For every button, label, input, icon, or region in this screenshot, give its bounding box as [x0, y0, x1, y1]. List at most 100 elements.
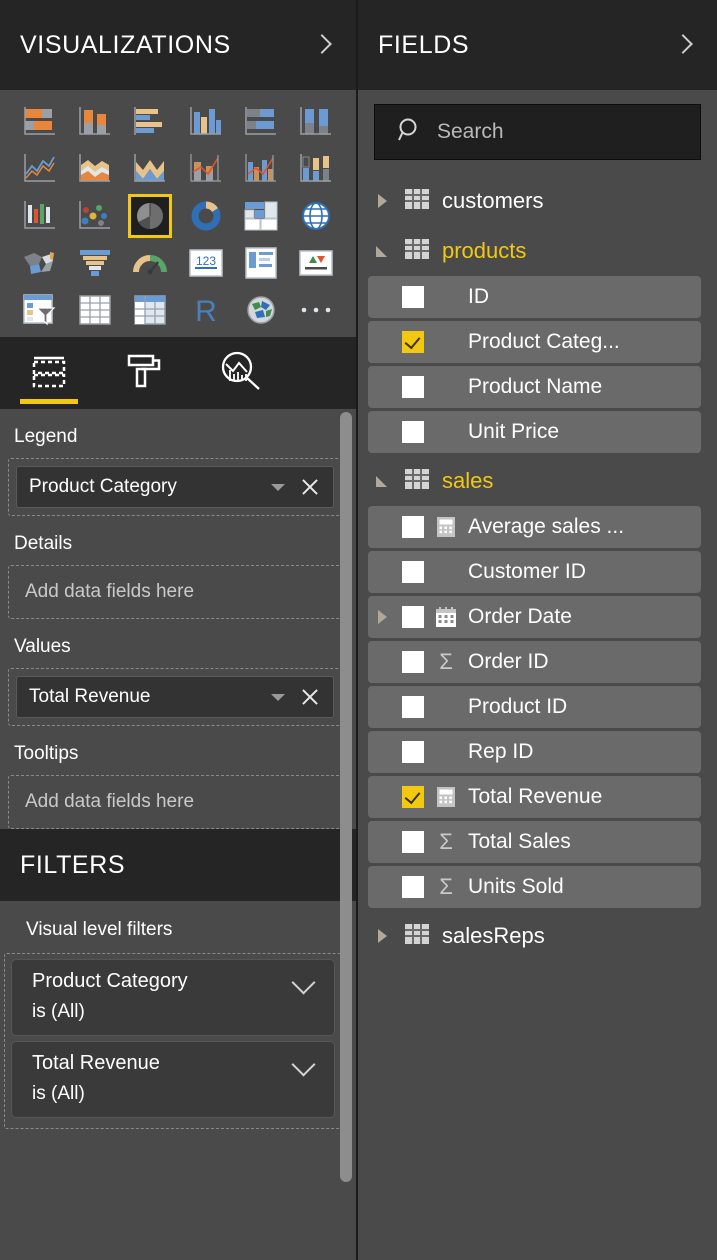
- viz-line-chart[interactable]: [18, 147, 62, 191]
- viz-arcgis-maps-visual[interactable]: [239, 288, 283, 332]
- search-input[interactable]: [437, 120, 708, 144]
- chevron-down-icon[interactable]: [271, 694, 285, 701]
- field-row-unit-price[interactable]: Unit Price: [368, 411, 701, 453]
- field-row-customer-id[interactable]: Customer ID: [368, 551, 701, 593]
- viz-card-visual[interactable]: 123: [184, 241, 228, 285]
- expand-triangle-icon[interactable]: [376, 928, 392, 944]
- viz-filled-map-chart[interactable]: [18, 241, 62, 285]
- field-row-units-sold[interactable]: Σ Units Sold: [368, 866, 701, 908]
- filter-card-total-revenue[interactable]: Total Revenue is (All): [11, 1041, 335, 1118]
- viz-pie-chart[interactable]: [128, 194, 172, 238]
- field-row-product-name[interactable]: Product Name: [368, 366, 701, 408]
- viz-slicer-visual[interactable]: [18, 288, 62, 332]
- viz-ribbon-chart[interactable]: [294, 147, 338, 191]
- field-checkbox[interactable]: [402, 421, 424, 443]
- viz-clustered-column-chart[interactable]: [184, 100, 228, 144]
- table-salesreps[interactable]: salesReps: [368, 911, 701, 961]
- filter-card-product-category[interactable]: Product Category is (All): [11, 959, 335, 1036]
- well-tooltips-label: Tooltips: [0, 726, 356, 775]
- well-values-drop[interactable]: Total Revenue: [8, 668, 342, 726]
- chevron-right-icon[interactable]: [671, 32, 697, 58]
- remove-field-icon[interactable]: [299, 476, 321, 498]
- field-label: Total Revenue: [468, 785, 602, 809]
- expand-triangle-icon[interactable]: [376, 609, 392, 625]
- viz-funnel-chart[interactable]: [73, 241, 117, 285]
- field-checkbox[interactable]: [402, 561, 424, 583]
- table-sales[interactable]: sales: [368, 456, 701, 506]
- visual-level-filters-label: Visual level filters: [0, 901, 356, 953]
- viz-more-visuals[interactable]: [294, 288, 338, 332]
- viz-stacked-column-chart[interactable]: [73, 100, 117, 144]
- viz-clustered-bar-chart[interactable]: [128, 100, 172, 144]
- field-checkbox[interactable]: [402, 331, 424, 353]
- field-checkbox[interactable]: [402, 606, 424, 628]
- table-customers[interactable]: customers: [368, 176, 701, 226]
- field-row-rep-id[interactable]: Rep ID: [368, 731, 701, 773]
- field-row-total-sales[interactable]: Σ Total Sales: [368, 821, 701, 863]
- viz-matrix-visual[interactable]: [128, 288, 172, 332]
- scrollbar-thumb[interactable]: [340, 412, 352, 1182]
- field-row-average-sales[interactable]: Average sales ...: [368, 506, 701, 548]
- well-legend-chip[interactable]: Product Category: [16, 466, 334, 508]
- field-checkbox[interactable]: [402, 651, 424, 673]
- viz-hundred-percent-stacked-bar-chart[interactable]: [239, 100, 283, 144]
- well-details-label: Details: [0, 516, 356, 565]
- chevron-down-icon[interactable]: [292, 1056, 316, 1070]
- field-row-id[interactable]: ID: [368, 276, 701, 318]
- viz-map-chart[interactable]: [294, 194, 338, 238]
- viz-stacked-bar-chart[interactable]: [18, 100, 62, 144]
- field-checkbox[interactable]: [402, 876, 424, 898]
- chevron-right-icon[interactable]: [310, 32, 336, 58]
- viz-area-chart[interactable]: [73, 147, 117, 191]
- field-row-product-id[interactable]: Product ID: [368, 686, 701, 728]
- field-checkbox[interactable]: [402, 376, 424, 398]
- collapse-triangle-icon[interactable]: [376, 243, 392, 259]
- visualizations-scrollbar[interactable]: [340, 408, 352, 1260]
- field-label: Unit Price: [468, 420, 559, 444]
- field-row-order-id[interactable]: Σ Order ID: [368, 641, 701, 683]
- well-values-label: Values: [0, 619, 356, 668]
- field-checkbox[interactable]: [402, 831, 424, 853]
- remove-field-icon[interactable]: [299, 686, 321, 708]
- viz-gauge-chart[interactable]: [128, 241, 172, 285]
- chevron-down-icon[interactable]: [292, 974, 316, 988]
- viz-table-visual[interactable]: [73, 288, 117, 332]
- well-tooltips-drop[interactable]: Add data fields here: [8, 775, 342, 829]
- viz-kpi-visual[interactable]: [294, 241, 338, 285]
- field-checkbox[interactable]: [402, 516, 424, 538]
- field-checkbox[interactable]: [402, 286, 424, 308]
- field-label: Units Sold: [468, 875, 564, 899]
- viz-line-and-clustered-column-chart[interactable]: [239, 147, 283, 191]
- tab-format[interactable]: [116, 342, 174, 404]
- viz-waterfall-chart[interactable]: [18, 194, 62, 238]
- tab-fields[interactable]: [20, 342, 78, 404]
- well-values-chip[interactable]: Total Revenue: [16, 676, 334, 718]
- field-row-total-revenue[interactable]: Total Revenue: [368, 776, 701, 818]
- svg-text:R: R: [195, 295, 217, 326]
- search-box[interactable]: [374, 104, 701, 160]
- field-checkbox[interactable]: [402, 786, 424, 808]
- table-products[interactable]: products: [368, 226, 701, 276]
- viz-donut-chart[interactable]: [184, 194, 228, 238]
- viz-scatter-chart[interactable]: [73, 194, 117, 238]
- field-checkbox[interactable]: [402, 696, 424, 718]
- table-name: sales: [442, 468, 493, 494]
- viz-line-and-stacked-column-chart[interactable]: [184, 147, 228, 191]
- viz-stacked-area-chart[interactable]: [128, 147, 172, 191]
- tab-analytics[interactable]: [212, 342, 270, 404]
- field-checkbox[interactable]: [402, 741, 424, 763]
- field-row-product-category[interactable]: Product Categ...: [368, 321, 701, 363]
- collapse-triangle-icon[interactable]: [376, 473, 392, 489]
- field-label: Customer ID: [468, 560, 586, 584]
- viz-r-script-visual[interactable]: R: [184, 288, 228, 332]
- viz-multi-row-card-visual[interactable]: [239, 241, 283, 285]
- viz-hundred-percent-stacked-column-chart[interactable]: [294, 100, 338, 144]
- field-row-order-date[interactable]: Order Date: [368, 596, 701, 638]
- viz-treemap-chart[interactable]: [239, 194, 283, 238]
- well-details-drop[interactable]: Add data fields here: [8, 565, 342, 619]
- well-legend-drop[interactable]: Product Category: [8, 458, 342, 516]
- visualizations-title: VISUALIZATIONS: [20, 31, 231, 60]
- chevron-down-icon[interactable]: [271, 484, 285, 491]
- expand-triangle-icon[interactable]: [376, 193, 392, 209]
- well-tooltips: Tooltips Add data fields here: [0, 726, 356, 829]
